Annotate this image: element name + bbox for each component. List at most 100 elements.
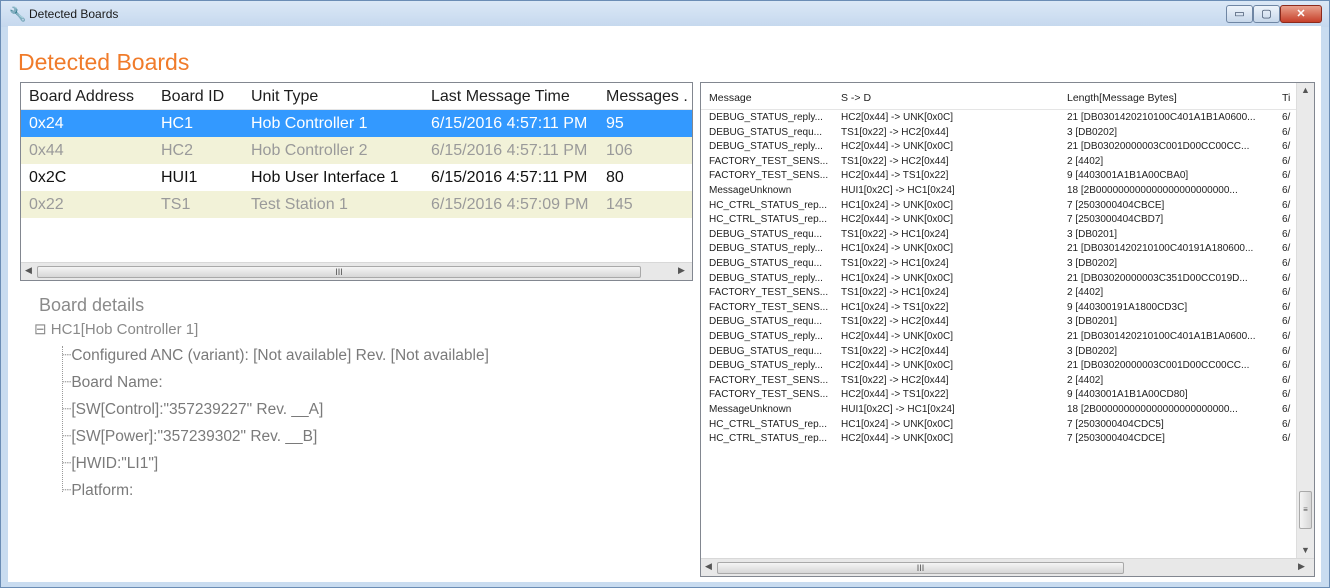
messages-vertical-scrollbar[interactable]: ▲ ≡ ▼ (1296, 83, 1314, 559)
tree-collapse-icon[interactable]: ⊟ (34, 321, 47, 338)
board-cell: TS1 (161, 196, 191, 213)
message-cell: 6/ (1282, 199, 1291, 211)
column-header-board-id[interactable]: Board ID (161, 88, 224, 106)
message-cell: 21 [DB03020000003C001D00CC00CC... (1067, 141, 1250, 153)
message-row[interactable]: FACTORY_TEST_SENS... TS1[0x22] -> HC2[0x4… (701, 155, 1297, 170)
message-cell: 6/ (1282, 126, 1291, 138)
message-row[interactable]: DEBUG_STATUS_reply... HC2[0x44] -> UNK[0x… (701, 330, 1297, 345)
scroll-left-icon[interactable]: ◀ (705, 561, 712, 572)
message-row[interactable]: FACTORY_TEST_SENS... TS1[0x22] -> HC2[0x4… (701, 374, 1297, 389)
scroll-right-icon[interactable]: ▶ (678, 265, 685, 276)
message-row[interactable]: DEBUG_STATUS_requ... TS1[0x22] -> HC1[0x2… (701, 257, 1297, 272)
column-header-messages[interactable]: Messages . (606, 88, 688, 106)
tree-detail-item[interactable]: ┈[SW[Control]:"357239227" Rev. __A] (62, 400, 323, 419)
boards-grid[interactable]: Board Address Board ID Unit Type Last Me… (20, 82, 693, 281)
tree-detail-label: Platform: (71, 482, 134, 499)
tree-detail-item[interactable]: ┈Board Name: (62, 373, 163, 392)
message-cell: 6/ (1282, 389, 1291, 401)
messages-hscroll-thumb[interactable]: III (717, 562, 1124, 574)
boards-scroll-thumb[interactable]: III (37, 266, 641, 278)
board-row[interactable]: 0x22 TS1 Test Station 1 6/15/2016 4:57:09 P… (21, 191, 692, 218)
message-cell: 3 [DB0202] (1067, 258, 1118, 269)
message-cell: 6/ (1282, 112, 1291, 123)
column-header-message[interactable]: Message (709, 92, 752, 104)
tree-branch-icon: ┈ (62, 428, 72, 445)
tree-branch-icon: ┈ (62, 482, 72, 499)
message-cell: 6/ (1282, 272, 1291, 284)
message-cell: 18 [2B000000000000000000000000... (1067, 404, 1238, 415)
message-row[interactable]: FACTORY_TEST_SENS... TS1[0x22] -> HC1[0x2… (701, 286, 1297, 301)
message-cell: MessageUnknown (709, 404, 792, 415)
board-row[interactable]: 0x24 HC1 Hob Controller 1 6/15/2016 4:57:11… (21, 110, 692, 137)
message-row[interactable]: FACTORY_TEST_SENS... HC2[0x44] -> TS1[0x2… (701, 388, 1297, 403)
board-row[interactable]: 0x44 HC2 Hob Controller 2 6/15/2016 4:57:11… (21, 137, 692, 164)
message-cell: TS1[0x22] -> HC2[0x44] (841, 345, 949, 357)
messages-vscroll-thumb[interactable]: ≡ (1299, 491, 1312, 529)
column-header-unit-type[interactable]: Unit Type (251, 88, 318, 106)
message-row[interactable]: DEBUG_STATUS_reply... HC1[0x24] -> UNK[0x… (701, 242, 1297, 257)
message-cell: 21 [DB0301420210100C401A1B1A0600... (1067, 112, 1256, 123)
message-cell: HC1[0x24] -> TS1[0x22] (841, 301, 949, 313)
message-cell: 21 [DB03020000003C351D00CC019D... (1067, 272, 1248, 284)
column-header-length[interactable]: Length[Message Bytes] (1067, 92, 1177, 104)
scroll-down-icon[interactable]: ▼ (1301, 545, 1310, 555)
message-row[interactable]: MessageUnknown HUI1[0x2C] -> HC1[0x24] 18 … (701, 403, 1297, 418)
message-row[interactable]: MessageUnknown HUI1[0x2C] -> HC1[0x24] 18 … (701, 184, 1297, 199)
message-row[interactable]: FACTORY_TEST_SENS... HC2[0x44] -> TS1[0x2… (701, 169, 1297, 184)
scroll-left-icon[interactable]: ◀ (25, 265, 32, 276)
boards-horizontal-scrollbar[interactable]: ◀ III ▶ (21, 262, 692, 280)
message-cell: TS1[0x22] -> HC1[0x24] (841, 287, 949, 299)
title-bar[interactable]: 🔧 Detected Boards ▭ ▢ ✕ (1, 1, 1329, 27)
message-row[interactable]: HC_CTRL_STATUS_rep... HC1[0x24] -> UNK[0x… (701, 418, 1297, 433)
message-cell: FACTORY_TEST_SENS... (709, 374, 829, 386)
messages-list[interactable]: Message S -> D Length[Message Bytes] Ti … (700, 82, 1315, 577)
message-cell: FACTORY_TEST_SENS... (709, 155, 829, 167)
messages-horizontal-scrollbar[interactable]: ◀ III ▶ (701, 558, 1314, 576)
message-cell: HC2[0x44] -> TS1[0x22] (841, 170, 949, 182)
message-row[interactable]: DEBUG_STATUS_requ... TS1[0x22] -> HC1[0x2… (701, 228, 1297, 243)
message-row[interactable]: FACTORY_TEST_SENS... HC1[0x24] -> TS1[0x2… (701, 301, 1297, 316)
column-header-last-message-time[interactable]: Last Message Time (431, 88, 570, 106)
scroll-right-icon[interactable]: ▶ (1298, 561, 1305, 572)
column-header-time[interactable]: Ti (1282, 92, 1290, 104)
board-row[interactable]: 0x2C HUI1 Hob User Interface 1 6/15/2016 4:… (21, 164, 692, 191)
board-cell: 0x2C (29, 169, 67, 186)
message-row[interactable]: DEBUG_STATUS_reply... HC2[0x44] -> UNK[0x… (701, 111, 1297, 126)
message-cell: TS1[0x22] -> HC1[0x24] (841, 228, 949, 240)
close-button[interactable]: ✕ (1280, 5, 1322, 23)
scroll-up-icon[interactable]: ▲ (1301, 85, 1310, 95)
message-cell: 6/ (1282, 404, 1291, 415)
minimize-button[interactable]: ▭ (1226, 5, 1253, 23)
message-cell: 7 [2503000404CDC5] (1067, 418, 1164, 430)
message-row[interactable]: DEBUG_STATUS_reply... HC2[0x44] -> UNK[0x… (701, 359, 1297, 374)
message-cell: 3 [DB0202] (1067, 126, 1118, 138)
message-cell: HC1[0x24] -> UNK[0x0C] (841, 272, 953, 284)
message-row[interactable]: DEBUG_STATUS_reply... HC2[0x44] -> UNK[0x… (701, 140, 1297, 155)
message-cell: TS1[0x22] -> HC2[0x44] (841, 126, 949, 138)
tree-detail-item[interactable]: ┈Configured ANC (variant): [Not availabl… (62, 346, 489, 365)
message-cell: DEBUG_STATUS_requ... (709, 316, 822, 328)
column-header-source-dest[interactable]: S -> D (841, 92, 871, 104)
message-row[interactable]: DEBUG_STATUS_requ... TS1[0x22] -> HC2[0x4… (701, 315, 1297, 330)
message-row[interactable]: DEBUG_STATUS_reply... HC1[0x24] -> UNK[0x… (701, 272, 1297, 287)
message-cell: HC_CTRL_STATUS_rep... (709, 433, 827, 445)
tree-detail-label: [HWID:"LI1"] (71, 455, 159, 472)
tree-root-node[interactable]: ⊟ HC1[Hob Controller 1] (34, 320, 198, 338)
page-title: Detected Boards (18, 49, 190, 75)
message-row[interactable]: HC_CTRL_STATUS_rep... HC1[0x24] -> UNK[0x… (701, 199, 1297, 214)
message-cell: 18 [2B000000000000000000000000... (1067, 185, 1238, 196)
tree-detail-item[interactable]: ┈Platform: (62, 481, 133, 500)
maximize-button[interactable]: ▢ (1253, 5, 1280, 23)
tree-detail-label: [SW[Power]:"357239302" Rev. __B] (71, 428, 318, 445)
board-cell: 145 (606, 196, 633, 213)
tree-detail-item[interactable]: ┈[HWID:"LI1"] (62, 454, 158, 473)
board-cell: 95 (606, 115, 624, 132)
message-row[interactable]: HC_CTRL_STATUS_rep... HC2[0x44] -> UNK[0x… (701, 432, 1297, 447)
message-row[interactable]: DEBUG_STATUS_requ... TS1[0x22] -> HC2[0x4… (701, 345, 1297, 360)
message-row[interactable]: DEBUG_STATUS_requ... TS1[0x22] -> HC2[0x4… (701, 126, 1297, 141)
message-row[interactable]: HC_CTRL_STATUS_rep... HC2[0x44] -> UNK[0x… (701, 213, 1297, 228)
column-header-board-address[interactable]: Board Address (29, 88, 134, 106)
tree-detail-item[interactable]: ┈[SW[Power]:"357239302" Rev. __B] (62, 427, 317, 446)
board-cell: 6/15/2016 4:57:11 PM (431, 142, 588, 159)
message-cell: 6/ (1282, 185, 1291, 196)
